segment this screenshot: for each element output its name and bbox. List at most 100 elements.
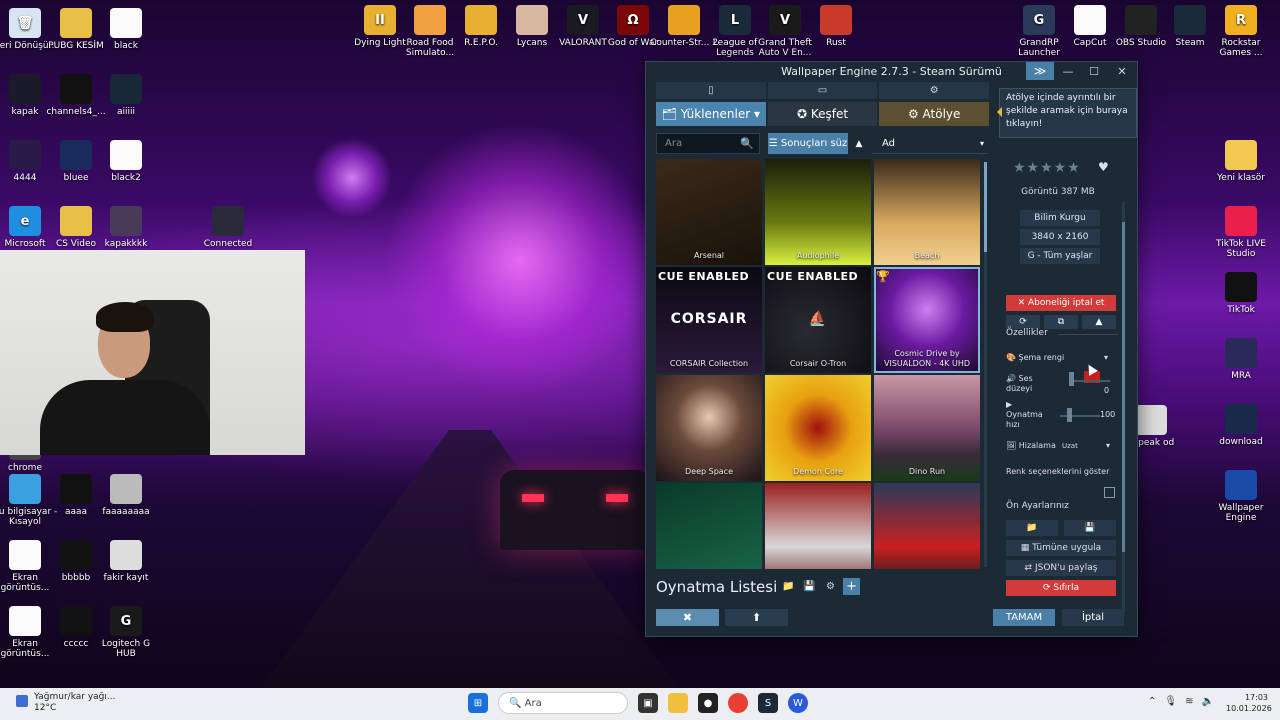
apply-to-all-button[interactable]: ▦ Tümüne uygula bbox=[1006, 540, 1116, 556]
wallpaper-tile[interactable]: CUE ENABLED ⛵ Corsair O-Tron bbox=[765, 267, 871, 373]
unsubscribe-button[interactable]: ✕ Aboneliği iptal et bbox=[1006, 295, 1116, 311]
wallpaper-tile[interactable]: Demon Core bbox=[765, 375, 871, 481]
desktop-icon[interactable]: R Rockstar Games ... bbox=[1206, 5, 1276, 58]
desktop-icon[interactable]: TikTok bbox=[1206, 272, 1276, 315]
remove-wallpaper-button[interactable]: ✖ bbox=[656, 609, 719, 626]
chevron-down-icon[interactable]: ▾ bbox=[1104, 353, 1108, 362]
sort-value: Ad bbox=[882, 137, 896, 149]
minimize-button[interactable]: — bbox=[1054, 62, 1082, 80]
wallpaper-tile[interactable]: Audiophile bbox=[765, 159, 871, 265]
tab-discover[interactable]: ✪ Keşfet bbox=[767, 102, 878, 126]
share-json-button[interactable]: ⇄ JSON'u paylaş bbox=[1006, 560, 1116, 576]
settings-icon[interactable]: ⚙ bbox=[879, 82, 990, 99]
taskbar-apps: ⊞ 🔍 Ara ▣ ● S W bbox=[468, 692, 808, 714]
load-preset-button[interactable]: 📁 bbox=[1006, 520, 1058, 536]
task-view-icon[interactable]: ▣ bbox=[638, 693, 658, 713]
favorite-heart-icon[interactable]: ♥ bbox=[1098, 160, 1109, 174]
playback-rate-slider[interactable] bbox=[1060, 415, 1100, 417]
cancel-button[interactable]: İptal bbox=[1062, 609, 1124, 626]
taskbar-search-input[interactable]: 🔍 Ara bbox=[498, 692, 628, 714]
upload-button[interactable]: ⬆ bbox=[725, 609, 788, 626]
desktop-icon-image bbox=[60, 206, 92, 236]
desktop-icon-image bbox=[110, 8, 142, 38]
playlist-add-button[interactable]: + bbox=[843, 578, 860, 595]
desktop-icon[interactable]: aiiiii bbox=[91, 74, 161, 117]
sort-direction-button[interactable]: ▲ bbox=[852, 133, 866, 154]
grid-scroll-thumb[interactable] bbox=[984, 162, 987, 252]
desktop-icon[interactable]: black bbox=[91, 8, 161, 51]
wallpaper-tile[interactable]: Arsenal bbox=[656, 159, 762, 265]
copy-icon[interactable]: ⧉ bbox=[1044, 315, 1078, 329]
desktop-device-icon[interactable]: ▭ bbox=[767, 82, 878, 99]
desktop-icon[interactable]: fakir kayıt bbox=[91, 540, 161, 583]
desktop-icon[interactable]: Connected bbox=[193, 206, 263, 249]
search-icon[interactable]: 🔍 bbox=[740, 137, 754, 150]
desktop-icon[interactable]: black2 bbox=[91, 140, 161, 183]
file-explorer-icon[interactable] bbox=[668, 693, 688, 713]
wallpaper-tile[interactable]: CUE ENABLED CORSAIR CORSAIR Collection bbox=[656, 267, 762, 373]
desktop-icon-image: L bbox=[719, 5, 751, 35]
tab-installed[interactable]: 🗂 Yüklenenler ▾ bbox=[656, 102, 766, 126]
wallpaper-engine-taskbar-icon[interactable]: W bbox=[788, 693, 808, 713]
wallpaper-tile[interactable]: Beach bbox=[874, 159, 980, 265]
wifi-icon[interactable]: ≋ bbox=[1185, 696, 1193, 707]
playlist-settings-button[interactable]: ⚙ bbox=[822, 578, 839, 595]
clock[interactable]: 17:03 10.01.2026 bbox=[1226, 692, 1272, 714]
wallpaper-tile[interactable]: Deep Space bbox=[656, 375, 762, 481]
tile-caption: Beach bbox=[914, 251, 940, 260]
desktop-icon[interactable]: MRA bbox=[1206, 338, 1276, 381]
start-windows-icon[interactable]: ⊞ bbox=[468, 693, 488, 713]
desktop-icon-image bbox=[9, 74, 41, 104]
close-button[interactable]: ✕ bbox=[1108, 62, 1136, 80]
weather-widget[interactable]: Yağmur/kar yağı... 12°C bbox=[16, 692, 115, 714]
expand-panel-button[interactable]: ≫ bbox=[1026, 62, 1054, 80]
chrome-icon[interactable] bbox=[728, 693, 748, 713]
playback-rate-knob[interactable] bbox=[1067, 408, 1072, 422]
search-input[interactable]: Ara 🔍 bbox=[656, 133, 760, 154]
desktop-icon[interactable]: G Logitech G HUB bbox=[91, 606, 161, 659]
save-preset-button[interactable]: 💾 bbox=[1064, 520, 1116, 536]
show-color-options-checkbox[interactable] bbox=[1104, 487, 1115, 498]
desktop-icon[interactable]: Wallpaper Engine bbox=[1206, 470, 1276, 523]
desktop-icon[interactable]: kapakkkk bbox=[91, 206, 161, 249]
volume-slider[interactable] bbox=[1070, 380, 1110, 382]
microphone-icon[interactable]: 🎙 bbox=[1164, 696, 1177, 707]
volume-slider-knob[interactable] bbox=[1069, 372, 1074, 386]
reset-button[interactable]: ⟳ Sıfırla bbox=[1006, 580, 1116, 596]
steam-taskbar-icon[interactable]: S bbox=[758, 693, 778, 713]
wallpaper-tile[interactable]: 🏆 Cosmic Drive by VISUALDON - 4K UHD bbox=[874, 267, 980, 373]
filter-results-button[interactable]: ☰ Sonuçları süz bbox=[768, 133, 848, 154]
alignment-select[interactable]: Uzat bbox=[1062, 442, 1078, 450]
rating-stars[interactable]: ★★★★★ bbox=[1013, 160, 1081, 176]
resolution-tag: 3840 x 2160 bbox=[1020, 229, 1100, 245]
tab-workshop[interactable]: ⚙ Atölye bbox=[879, 102, 990, 126]
playlist-load-button[interactable]: 📁 bbox=[780, 578, 797, 595]
mobile-device-icon[interactable]: ▯ bbox=[656, 82, 766, 99]
report-icon[interactable]: ▲ bbox=[1082, 315, 1116, 329]
wallpaper-tile[interactable] bbox=[656, 483, 762, 569]
desktop-icon-image bbox=[1135, 405, 1167, 435]
steam-icon[interactable]: ⟳ bbox=[1006, 315, 1040, 329]
maximize-button[interactable]: ☐ bbox=[1080, 62, 1108, 80]
desktop-icon[interactable]: faaaaaaaa bbox=[91, 474, 161, 517]
chevron-down-icon[interactable]: ▾ bbox=[1106, 441, 1110, 450]
desktop-icon[interactable]: download bbox=[1206, 404, 1276, 447]
grid-scrollbar[interactable] bbox=[984, 162, 987, 567]
details-scrollbar[interactable] bbox=[1122, 202, 1125, 612]
details-scroll-thumb[interactable] bbox=[1122, 222, 1125, 552]
speaker-icon[interactable]: 🔈 bbox=[1201, 696, 1213, 707]
ok-button[interactable]: TAMAM bbox=[993, 609, 1055, 626]
obs-icon[interactable]: ● bbox=[698, 693, 718, 713]
playlist-save-button[interactable]: 💾 bbox=[801, 578, 818, 595]
sort-select[interactable]: Ad ▾ bbox=[872, 133, 988, 154]
wallpaper-tile[interactable]: Dino Run bbox=[874, 375, 980, 481]
desktop-icon[interactable]: Rust bbox=[801, 5, 871, 48]
title-bar[interactable]: Wallpaper Engine 2.7.3 - Steam Sürümü ≫ … bbox=[646, 62, 1137, 80]
desktop-icon[interactable]: Yeni klasör bbox=[1206, 140, 1276, 183]
wallpaper-tile[interactable] bbox=[874, 483, 980, 569]
tile-caption: Audiophile bbox=[796, 251, 840, 260]
desktop-icon[interactable]: TikTok LIVE Studio bbox=[1206, 206, 1276, 259]
desktop-icon-image bbox=[9, 474, 41, 504]
chevron-up-icon[interactable]: ⌃ bbox=[1148, 696, 1156, 707]
wallpaper-tile[interactable] bbox=[765, 483, 871, 569]
